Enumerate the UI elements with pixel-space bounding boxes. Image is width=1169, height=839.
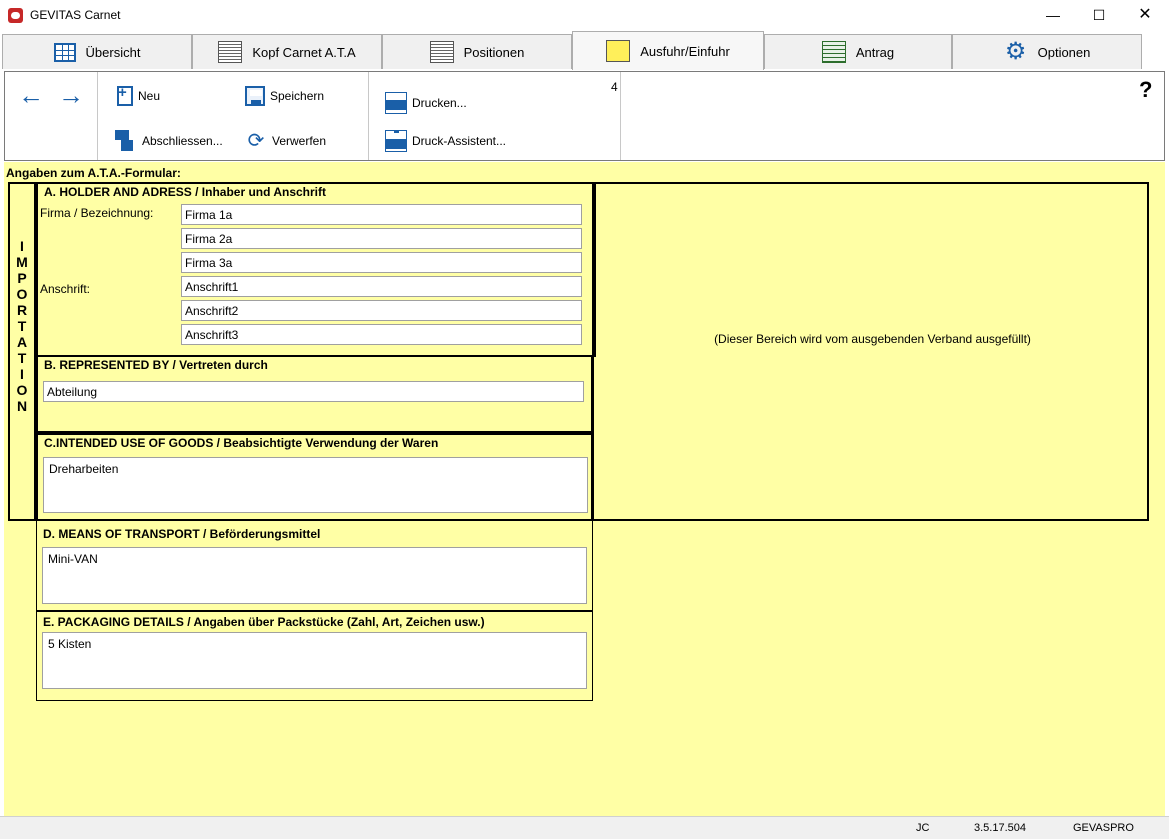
printer-icon [385,92,407,114]
issuer-note: (Dieser Bereich wird vom ausgebenden Ver… [714,332,1031,346]
discard-label: Verwerfen [272,134,327,148]
app-logo-icon [8,8,23,23]
finalize-label: Abschliessen... [142,134,223,148]
new-button[interactable]: Neu [117,84,161,106]
status-version: 3.5.17.504 [974,822,1026,834]
record-count: 4 [611,80,618,94]
section-d-title: D. MEANS OF TRANSPORT / Beförderungsmitt… [43,527,321,541]
tab-kopf-carnet[interactable]: Kopf Carnet A.T.A [192,34,382,69]
discard-button[interactable]: ⟳ Verwerfen [245,130,326,152]
tab-bar: Übersicht Kopf Carnet A.T.A Positionen A… [0,31,1169,70]
importation-letter: O [16,286,28,302]
importation-letter: T [17,350,27,366]
new-label: Neu [138,89,161,103]
toolbar-divider [97,72,98,160]
forward-arrow-icon[interactable]: → [57,82,85,108]
importation-letter: P [17,270,27,286]
close-window-button[interactable]: ✕ [1122,0,1168,31]
form-caption: Angaben zum A.T.A.-Formular: [6,166,181,180]
address-field-3[interactable]: Anschrift3 [181,324,582,345]
print-wizard-label: Druck-Assistent... [412,134,507,148]
section-packaging: E. PACKAGING DETAILS / Angaben über Pack… [36,611,593,701]
note-icon [606,40,631,62]
finalize-button[interactable]: Abschliessen... [115,130,223,152]
tab-label: Übersicht [85,44,141,60]
address-field-2[interactable]: Anschrift2 [181,300,582,321]
new-document-icon [117,84,133,106]
finalize-icon [115,130,137,152]
title-bar: GEVITAS Carnet — ☐ ✕ [0,0,1169,31]
toolbar-divider [368,72,369,160]
print-button[interactable]: Drucken... [385,92,467,114]
minimize-button[interactable]: — [1030,0,1076,31]
importation-letter: M [16,254,28,270]
list-document-icon [429,41,454,63]
help-icon[interactable]: ? [1139,77,1152,103]
save-label: Speichern [270,89,325,103]
form-area: Angaben zum A.T.A.-Formular: IMPORTATION… [4,162,1165,816]
section-transport: D. MEANS OF TRANSPORT / Beförderungsmitt… [36,521,593,611]
section-b-title: B. REPRESENTED BY / Vertreten durch [44,358,268,372]
intended-use-field[interactable]: Dreharbeiten [43,457,588,513]
company-label: Firma / Bezeichnung: [40,206,154,220]
importation-letter: O [16,382,28,398]
importation-letter: N [16,398,28,414]
tab-label: Positionen [463,44,525,60]
importation-label: IMPORTATION [8,182,36,521]
tab-positionen[interactable]: Positionen [382,34,572,69]
company-field-3[interactable]: Firma 3a [181,252,582,273]
represented-by-field[interactable]: Abteilung [43,381,584,402]
back-arrow-icon[interactable]: ← [17,82,45,108]
section-a-title: A. HOLDER AND ADRESS / Inhaber und Ansch… [44,185,327,199]
importation-letter: I [20,238,24,254]
importation-letter: I [20,366,24,382]
company-field-1[interactable]: Firma 1a [181,204,582,225]
tab-optionen[interactable]: ⚙ Optionen [952,34,1142,69]
tab-label: Kopf Carnet A.T.A [252,44,356,60]
maximize-button[interactable]: ☐ [1076,0,1122,31]
section-e-title: E. PACKAGING DETAILS / Angaben über Pack… [43,615,485,629]
tab-label: Ausfuhr/Einfuhr [640,43,730,59]
status-bar: JC 3.5.17.504 GEVASPRO [0,816,1169,839]
table-icon [53,42,76,62]
print-wizard-icon [385,130,407,152]
document-icon [218,41,243,63]
save-button[interactable]: Speichern [245,86,324,106]
tab-antrag[interactable]: Antrag [764,34,952,69]
company-field-2[interactable]: Firma 2a [181,228,582,249]
tab-uebersicht[interactable]: Übersicht [2,34,192,69]
tab-label: Optionen [1037,44,1091,60]
toolbar: ← → Neu Speichern Abschliessen... ⟳ Verw… [4,71,1165,161]
section-intended-use: C.INTENDED USE OF GOODS / Beabsichtigte … [36,433,593,521]
tab-label: Antrag [855,44,895,60]
section-c-title: C.INTENDED USE OF GOODS / Beabsichtigte … [44,436,439,450]
status-user: JC [916,822,930,834]
status-database: GEVASPRO [1073,822,1134,834]
form-icon [821,41,846,63]
packaging-field[interactable]: 5 Kisten [42,632,587,689]
importation-letter: R [16,302,28,318]
importation-letter: A [16,334,28,350]
save-icon [245,86,265,106]
importation-letters: IMPORTATION [8,238,36,414]
gear-icon: ⚙ [1004,38,1027,65]
tab-ausfuhr-einfuhr[interactable]: Ausfuhr/Einfuhr [572,31,764,70]
issuer-area: (Dieser Bereich wird vom ausgebenden Ver… [592,182,1149,521]
toolbar-divider [620,72,621,160]
address-field-1[interactable]: Anschrift1 [181,276,582,297]
refresh-icon: ⟳ [247,130,265,152]
address-label: Anschrift: [40,282,91,296]
window-title: GEVITAS Carnet [30,8,121,22]
print-wizard-button[interactable]: Druck-Assistent... [385,130,506,152]
importation-letter: T [17,318,27,334]
section-holder: A. HOLDER AND ADRESS / Inhaber und Ansch… [36,182,596,357]
transport-field[interactable]: Mini-VAN [42,547,587,604]
section-represented-by: B. REPRESENTED BY / Vertreten durch Abte… [36,355,593,433]
print-label: Drucken... [412,96,467,110]
